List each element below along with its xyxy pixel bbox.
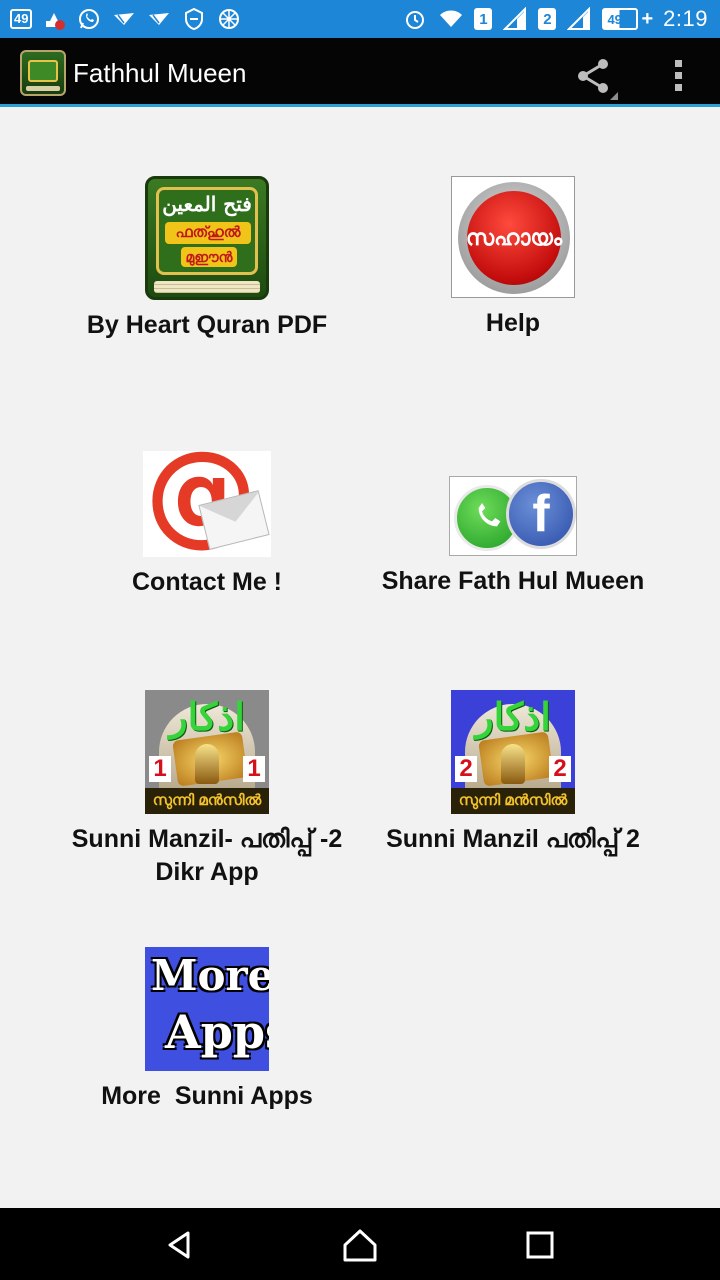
sunni-manzil-1-icon: اذكار 1 1 സുന്നി മൻസിൽ xyxy=(145,690,269,814)
manzil-caption: സുന്നി മൻസിൽ xyxy=(451,788,575,814)
manzil-arabic-title: اذكار xyxy=(475,694,551,739)
manzil-lamp-icon xyxy=(501,744,525,784)
book-malayalam-line-2: മുഈൻ xyxy=(181,247,237,267)
share-social-icon: f xyxy=(449,476,577,556)
security-shield-icon xyxy=(181,6,207,32)
sim-2-icon: 2 xyxy=(538,8,557,30)
manzil-number-left: 2 xyxy=(455,756,477,782)
menu-item-sunni-manzil-2[interactable]: اذكار 2 2 സുന്നി മൻസിൽ Sunni Manzil പതിപ… xyxy=(366,690,660,856)
app-title: Fathhul Mueen xyxy=(73,58,247,88)
manzil-caption: സുന്നി മൻസിൽ xyxy=(145,788,269,814)
book-arabic-title: فتح المعين xyxy=(162,192,252,216)
manzil-number-left: 1 xyxy=(149,756,171,782)
book-pages xyxy=(154,281,260,293)
overflow-menu-button[interactable] xyxy=(660,52,696,98)
sunni-manzil-2-icon: اذكار 2 2 സുന്നി മൻസിൽ xyxy=(451,690,575,814)
share-icon xyxy=(578,59,618,100)
manzil-lamp-icon xyxy=(195,744,219,784)
share-button[interactable] xyxy=(572,54,618,100)
manzil-number-right: 2 xyxy=(549,756,571,782)
more-apps-icon: More Apps xyxy=(145,947,269,1071)
book-cover-frame: فتح المعين ഫത്ഹുൽ മുഈൻ xyxy=(156,187,258,275)
menu-item-contact[interactable]: @ Contact Me ! xyxy=(60,451,354,599)
overflow-dot-icon xyxy=(674,83,682,91)
overflow-dot-icon xyxy=(674,71,682,79)
book-malayalam-line-1: ഫത്ഹുൽ xyxy=(165,222,251,244)
screen: 49 1 2 49% + 2:19 Fathhul Mueen فتح المع… xyxy=(0,0,720,1280)
app-logo-icon[interactable] xyxy=(20,50,66,96)
cleaner-alert-icon xyxy=(41,6,67,32)
wifi-icon xyxy=(438,6,464,32)
menu-item-quran-pdf[interactable]: فتح المعين ഫത്ഹുൽ മുഈൻ By Heart Quran PD… xyxy=(60,176,354,342)
recents-button[interactable] xyxy=(510,1222,570,1268)
download-arrow-icon xyxy=(111,6,137,32)
action-bar: Fathhul Mueen xyxy=(0,38,720,107)
menu-item-label: More Sunni Apps xyxy=(101,1082,313,1110)
menu-item-label: Sunni Manzil പതിപ്പ് 2 xyxy=(386,825,640,853)
browser-globe-icon xyxy=(216,6,242,32)
system-icons: 1 2 49% + 2:19 xyxy=(402,5,708,33)
alarm-icon xyxy=(402,6,428,32)
email-at-icon: @ xyxy=(143,451,271,557)
navigation-bar xyxy=(0,1208,720,1280)
status-bar: 49 1 2 49% + 2:19 xyxy=(0,0,720,38)
recents-square-icon xyxy=(526,1231,554,1259)
signal-2-icon xyxy=(566,6,592,32)
back-button[interactable] xyxy=(150,1222,210,1268)
manzil-number-right: 1 xyxy=(243,756,265,782)
menu-item-label: Sunni Manzil- പതിപ്പ് -2 Dikr App xyxy=(71,825,343,886)
manzil-arabic-title: اذكار xyxy=(169,694,245,739)
charging-icon: + xyxy=(641,7,654,30)
menu-item-sunni-manzil-1[interactable]: اذكار 1 1 സുന്നി മൻസിൽ Sunni Manzil- പതി… xyxy=(60,690,354,889)
facebook-logo-icon: f xyxy=(506,479,576,549)
menu-item-label: Help xyxy=(485,309,541,337)
menu-item-share[interactable]: f Share Fath Hul Mueen xyxy=(366,476,660,598)
sim-1-icon: 1 xyxy=(474,8,493,30)
help-red-button: സഹായം xyxy=(466,191,562,285)
notification-count-icon: 49 xyxy=(10,9,33,29)
menu-item-more-apps[interactable]: More Apps More Sunni Apps xyxy=(60,947,354,1113)
menu-item-label: By Heart Quran PDF xyxy=(86,311,328,339)
quran-book-icon: فتح المعين ഫത്ഹുൽ മുഈൻ xyxy=(145,176,269,300)
home-icon xyxy=(343,1229,377,1262)
battery-icon: 49% + xyxy=(602,8,653,31)
home-button[interactable] xyxy=(330,1222,390,1268)
menu-item-label: Share Fath Hul Mueen xyxy=(381,567,645,595)
menu-item-help[interactable]: സഹായം Help xyxy=(366,176,660,340)
more-apps-text-2: Apps xyxy=(165,1005,269,1059)
app-logo-pages xyxy=(26,86,60,91)
app-logo-cover xyxy=(28,60,58,82)
whatsapp-icon xyxy=(76,6,102,32)
help-button-icon: സഹായം xyxy=(451,176,575,298)
overflow-dot-icon xyxy=(674,59,682,67)
download-arrow-icon-2 xyxy=(146,6,172,32)
menu-item-label: Contact Me ! xyxy=(132,568,282,596)
clock: 2:19 xyxy=(663,6,708,31)
back-triangle-icon xyxy=(168,1231,190,1259)
notification-icons: 49 xyxy=(10,5,242,33)
battery-percent: 49% xyxy=(602,8,639,30)
more-apps-text-1: More xyxy=(151,951,269,1000)
signal-1-icon xyxy=(502,6,528,32)
